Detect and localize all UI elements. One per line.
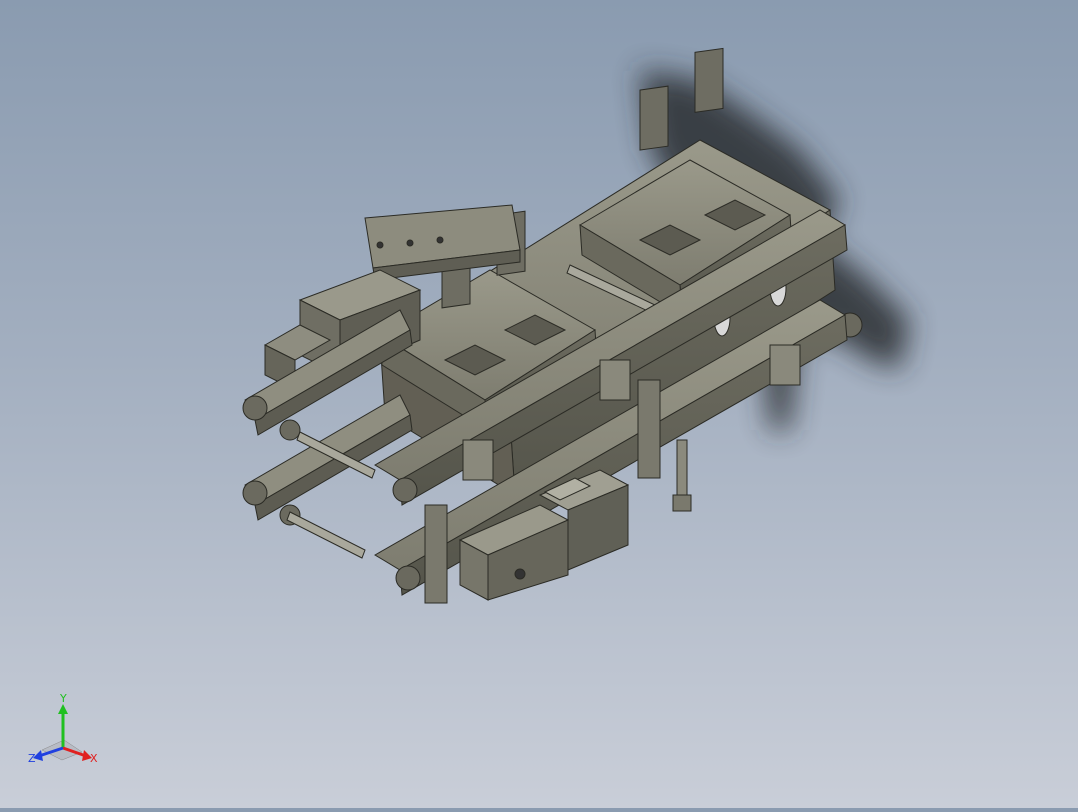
x-axis-label: X [90, 752, 98, 765]
cad-viewport[interactable]: Y X Z [0, 0, 1078, 808]
assembly-model[interactable] [0, 0, 1078, 808]
z-axis-label: Z [28, 752, 36, 765]
y-axis-label: Y [59, 692, 67, 705]
vertical-rod [672, 439, 692, 512]
orientation-triad: Y X Z [22, 690, 112, 780]
